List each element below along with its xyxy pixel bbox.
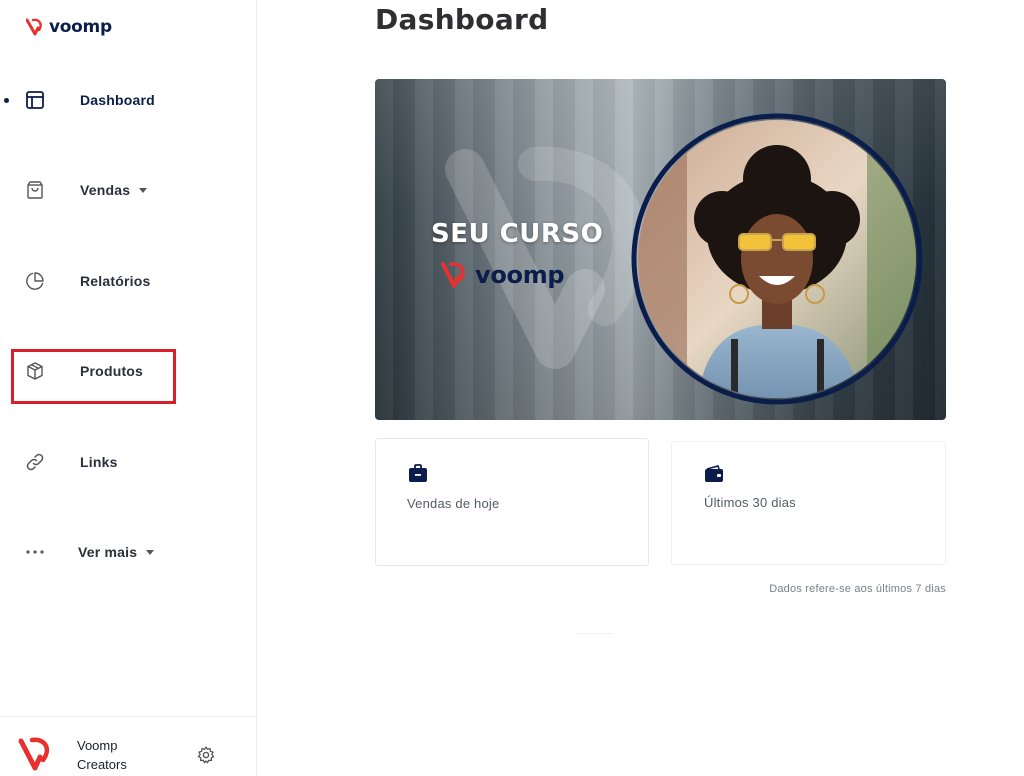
banner-headline: SEU CURSO xyxy=(431,219,604,249)
account-name-line1: Voomp xyxy=(77,738,118,753)
voomp-logo-icon xyxy=(441,262,465,288)
box-icon xyxy=(24,360,46,382)
banner-portrait-image xyxy=(631,113,923,405)
card-label: Últimos 30 dias xyxy=(704,495,796,510)
sidebar-item-vendas[interactable]: Vendas xyxy=(0,165,256,215)
sidebar-item-label: Vendas xyxy=(80,182,148,198)
divider xyxy=(576,633,614,634)
pie-chart-icon xyxy=(24,270,46,292)
brand-name: voomp xyxy=(49,17,112,37)
sidebar-item-label: Ver mais xyxy=(78,544,155,560)
sidebar-footer: Voomp Creators xyxy=(0,716,256,776)
banner-brand-name: voomp xyxy=(475,261,565,289)
data-note: Dados refere-se aos últimos 7 dias xyxy=(769,583,946,595)
chevron-down-icon xyxy=(139,187,148,193)
banner-brand: voomp xyxy=(441,261,565,289)
app: voomp Dashboard Vendas Relatórios Produt… xyxy=(0,0,1024,776)
chevron-down-icon xyxy=(146,549,155,555)
sidebar: voomp Dashboard Vendas Relatórios Produt… xyxy=(0,0,257,776)
layout-icon xyxy=(24,89,46,111)
sidebar-item-links[interactable]: Links xyxy=(0,437,256,487)
sidebar-item-label: Produtos xyxy=(80,363,144,379)
sidebar-item-dashboard[interactable]: Dashboard xyxy=(0,75,256,125)
brand-logo[interactable]: voomp xyxy=(26,17,112,37)
sidebar-item-produtos[interactable]: Produtos xyxy=(0,346,256,396)
voomp-logo-icon xyxy=(26,18,42,36)
active-indicator xyxy=(4,97,9,103)
briefcase-icon xyxy=(408,463,428,483)
voomp-creators-logo-icon xyxy=(18,735,58,776)
card-ultimos-30-dias[interactable]: Últimos 30 dias xyxy=(671,441,946,565)
sidebar-item-label: Relatórios xyxy=(80,273,151,289)
sidebar-item-ver-mais[interactable]: Ver mais xyxy=(0,527,256,577)
link-icon xyxy=(24,451,46,473)
account-name[interactable]: Voomp Creators xyxy=(77,736,147,774)
wallet-icon xyxy=(704,464,724,484)
sidebar-item-relatorios[interactable]: Relatórios xyxy=(0,256,256,306)
more-dots-icon xyxy=(24,541,46,563)
card-label: Vendas de hoje xyxy=(407,496,500,511)
page-title: Dashboard xyxy=(375,3,549,36)
shopping-bag-icon xyxy=(24,179,46,201)
gear-icon[interactable] xyxy=(196,745,216,765)
promo-banner[interactable]: SEU CURSO voomp xyxy=(375,79,946,420)
sidebar-item-label: Dashboard xyxy=(80,92,155,108)
account-name-line2: Creators xyxy=(77,757,127,772)
sidebar-item-label: Links xyxy=(80,454,118,470)
card-vendas-hoje[interactable]: Vendas de hoje xyxy=(375,438,649,566)
